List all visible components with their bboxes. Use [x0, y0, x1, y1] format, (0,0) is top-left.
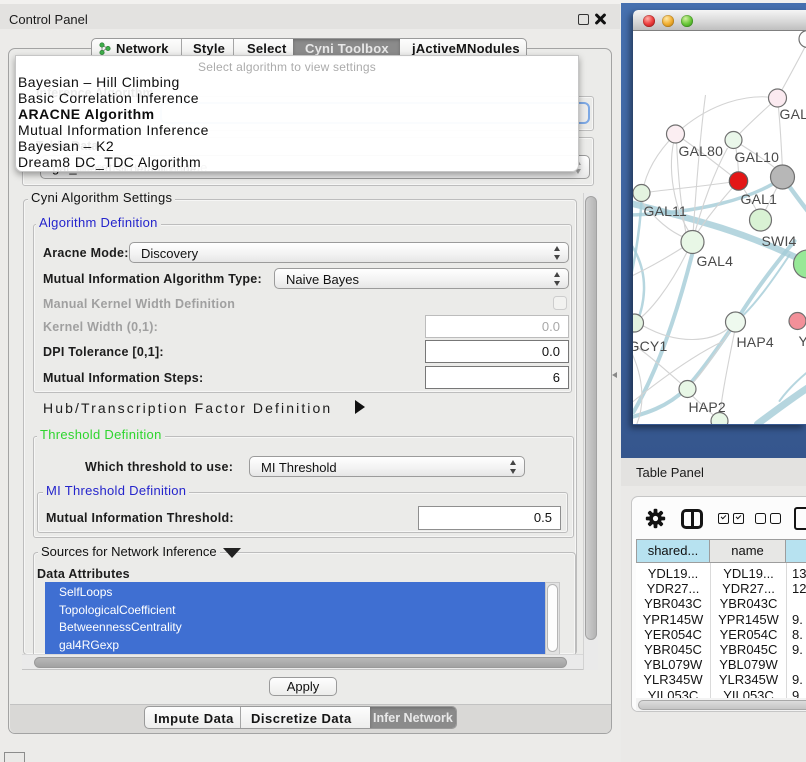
svg-text:GCY1: GCY1: [633, 338, 667, 354]
svg-text:GAL80: GAL80: [679, 143, 724, 159]
svg-text:HAP2: HAP2: [689, 399, 726, 415]
svg-text:SWI4: SWI4: [762, 233, 797, 249]
svg-text:HAP4: HAP4: [737, 334, 774, 350]
svg-text:GAL1: GAL1: [741, 191, 778, 207]
svg-text:YPL: YPL: [799, 333, 806, 349]
svg-text:GAL10: GAL10: [735, 149, 780, 165]
svg-text:GAL11: GAL11: [644, 203, 688, 219]
svg-text:GAL2: GAL2: [780, 106, 806, 122]
svg-text:GAL4: GAL4: [697, 253, 734, 269]
